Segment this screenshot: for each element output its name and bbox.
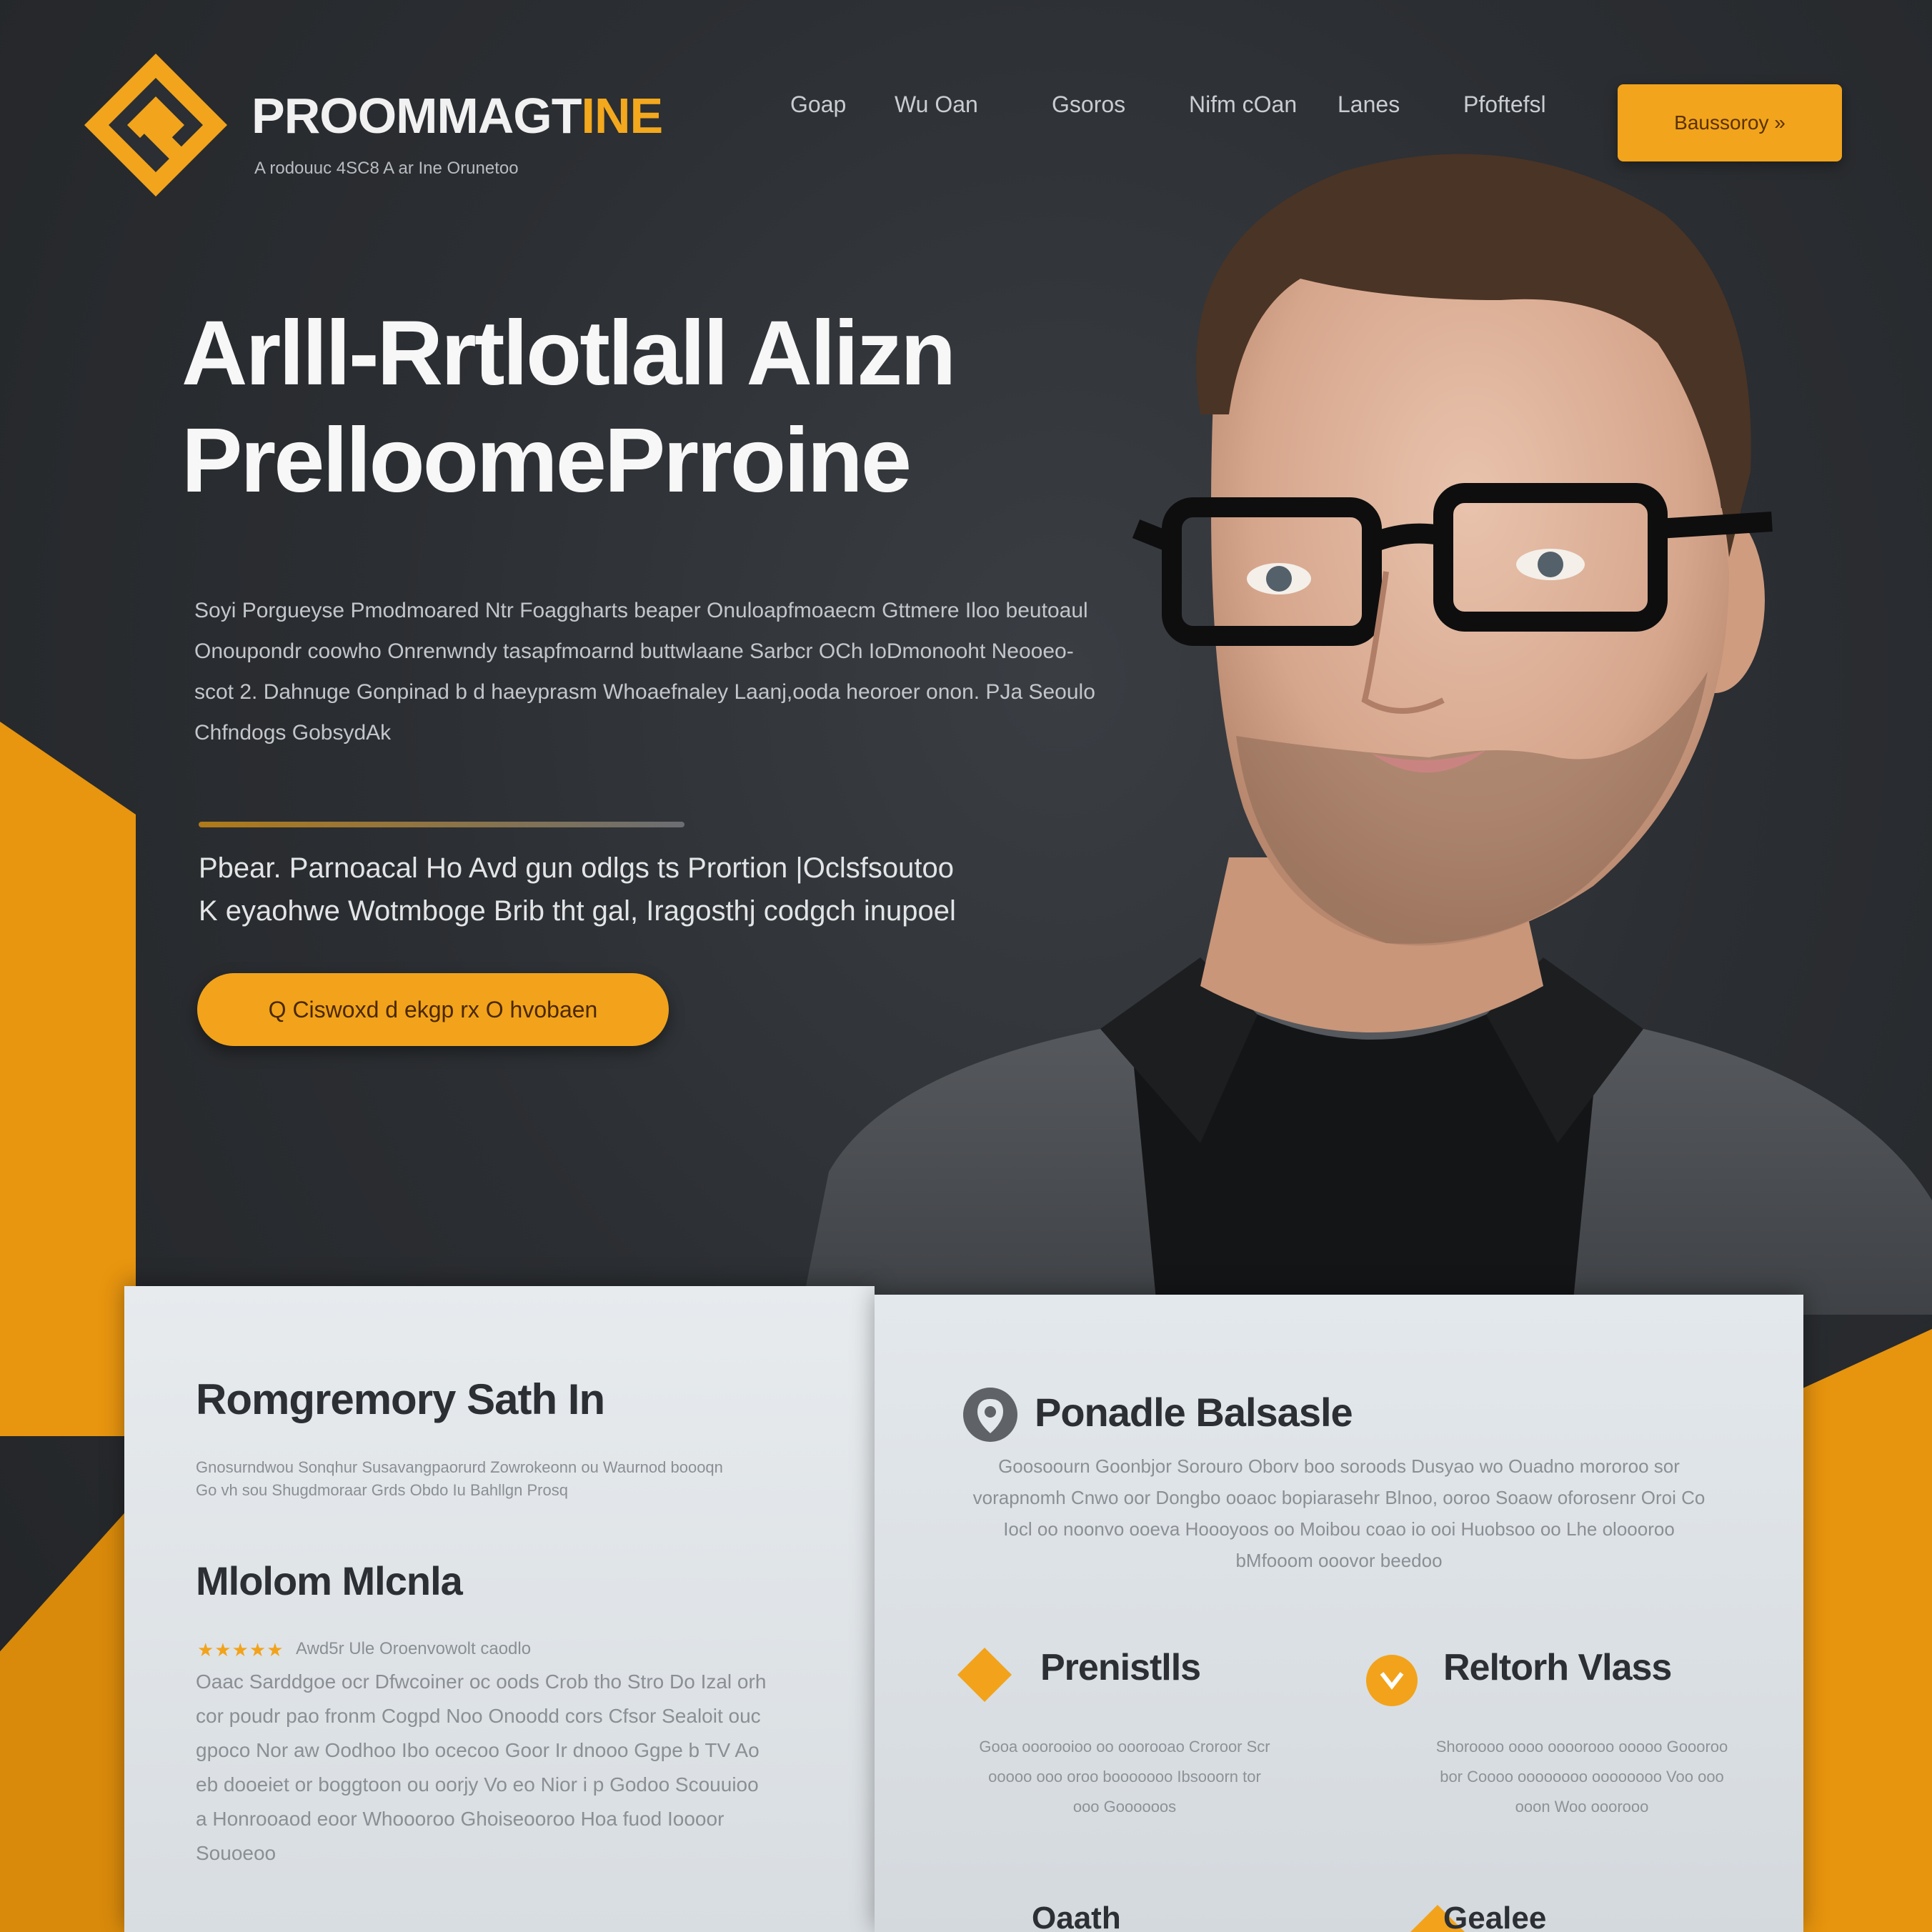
orange-shape-right	[1801, 1329, 1932, 1932]
nav-item-2[interactable]: Wu Oan	[895, 91, 978, 118]
info-card-left: Romgremory Sath In Gnosurndwou Sonqhur S…	[124, 1286, 875, 1932]
brand-name[interactable]: PROOMMAGTINE	[252, 87, 664, 144]
nav-item-1[interactable]: Goap	[790, 91, 846, 118]
card-left-blurb: Gnosurndwou Sonqhur Susavangpaorurd Zowr…	[196, 1458, 723, 1499]
feature1-text: Gooa ooorooioo oo ooorooao Croroor Scr o…	[979, 1738, 1270, 1816]
brand-tagline: A rodouuc 4SC8 A ar Ine Orunetoo	[254, 159, 519, 178]
page-background: PROOMMAGTINE A rodouuc 4SC8 A ar Ine Oru…	[0, 0, 1932, 1932]
hero-divider	[199, 822, 684, 827]
brand-name-accent: INE	[581, 88, 664, 144]
info-card-right: Ponadle Balsasle Goosoourn Goonbjor Soro…	[875, 1295, 1803, 1932]
logo-icon[interactable]	[84, 54, 227, 196]
bottom-label-2: Gealee	[1443, 1901, 1547, 1932]
location-pin-icon	[963, 1388, 1017, 1442]
orange-shape-left-top	[0, 722, 136, 1436]
bottom-label-1: Oaath	[1032, 1901, 1121, 1932]
orange-shape-left-bottom	[0, 1500, 136, 1932]
card-right-intro: Goosoourn Goonbjor Sorouro Oborv boo sor…	[972, 1455, 1706, 1571]
nav-item-6[interactable]: Pfoftefsl	[1463, 91, 1546, 118]
brand-name-main: PROOMMAGT	[252, 88, 582, 144]
hero-cta-button[interactable]: Q Ciswoxd d ekgp rx O hvobaen	[197, 973, 669, 1046]
card-left-heading1: Romgremory Sath In	[196, 1375, 605, 1423]
card-left-heading2: Mlolom Mlcnla	[196, 1558, 463, 1603]
card-right-heading: Ponadle Balsasle	[1035, 1390, 1353, 1435]
nav-item-5[interactable]: Lanes	[1338, 91, 1400, 118]
feature1-title: Prenistlls	[1040, 1647, 1201, 1688]
feature2-title: Reltorh Vlass	[1443, 1647, 1672, 1688]
check-circle-icon	[1366, 1655, 1418, 1706]
nav-item-4[interactable]: Nifm cOan	[1189, 91, 1297, 118]
rating-stars: ★★★★★	[197, 1639, 284, 1660]
rating-caption: Awd5r Ule Oroenvowolt caodlo	[296, 1639, 532, 1658]
diamond-feature-icon	[957, 1648, 1012, 1702]
feature2-text: Shoroooo oooo oooorooo ooooo Goooroo bor…	[1435, 1738, 1728, 1816]
hero-portrait-image	[800, 154, 1932, 1315]
nav-item-3[interactable]: Gsoros	[1052, 91, 1125, 118]
card-left-body: Oaac Sarddgoe ocr Dfwcoiner oc oods Crob…	[196, 1670, 767, 1864]
